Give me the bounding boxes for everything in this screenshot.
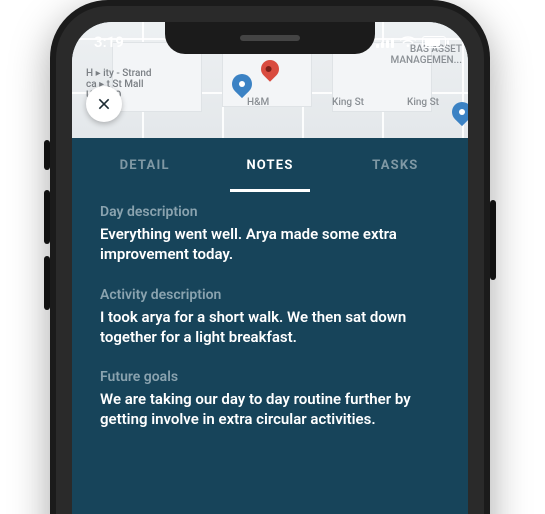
map-label: King St	[332, 97, 364, 108]
phone-side-button	[490, 200, 496, 280]
phone-side-button	[44, 190, 50, 244]
tab-notes[interactable]: NOTES	[207, 138, 332, 192]
map-label: H&M	[247, 97, 269, 108]
notes-content[interactable]: Day description Everything went well. Ar…	[72, 198, 468, 514]
map-label: King St	[407, 97, 439, 108]
note-group: Day description Everything went well. Ar…	[100, 204, 440, 265]
note-label: Future goals	[100, 369, 440, 385]
note-text: Everything went well. Arya made some ext…	[100, 224, 440, 265]
close-button[interactable]	[86, 86, 122, 122]
tab-bar: DETAIL NOTES TASKS	[72, 138, 468, 192]
status-bar: 3:19	[72, 22, 468, 62]
note-text: We are taking our day to day routine fur…	[100, 389, 440, 430]
tab-detail[interactable]: DETAIL	[82, 138, 207, 192]
close-icon	[96, 96, 112, 112]
note-group: Future goals We are taking our day to da…	[100, 369, 440, 430]
phone-side-button	[44, 256, 50, 310]
phone-frame: H ▸ ity - Strand ca ▸ t St Mall UNIQLO H…	[50, 0, 490, 514]
wifi-icon	[400, 36, 416, 48]
tab-tasks[interactable]: TASKS	[333, 138, 458, 192]
note-group: Activity description I took arya for a s…	[100, 287, 440, 348]
phone-screen: H ▸ ity - Strand ca ▸ t St Mall UNIQLO H…	[72, 22, 468, 514]
note-label: Day description	[100, 204, 440, 220]
cellular-icon	[376, 36, 394, 48]
note-text: I took arya for a short walk. We then sa…	[100, 307, 440, 348]
battery-icon	[422, 36, 446, 48]
note-label: Activity description	[100, 287, 440, 303]
phone-side-button	[44, 140, 50, 170]
status-time: 3:19	[94, 33, 124, 51]
